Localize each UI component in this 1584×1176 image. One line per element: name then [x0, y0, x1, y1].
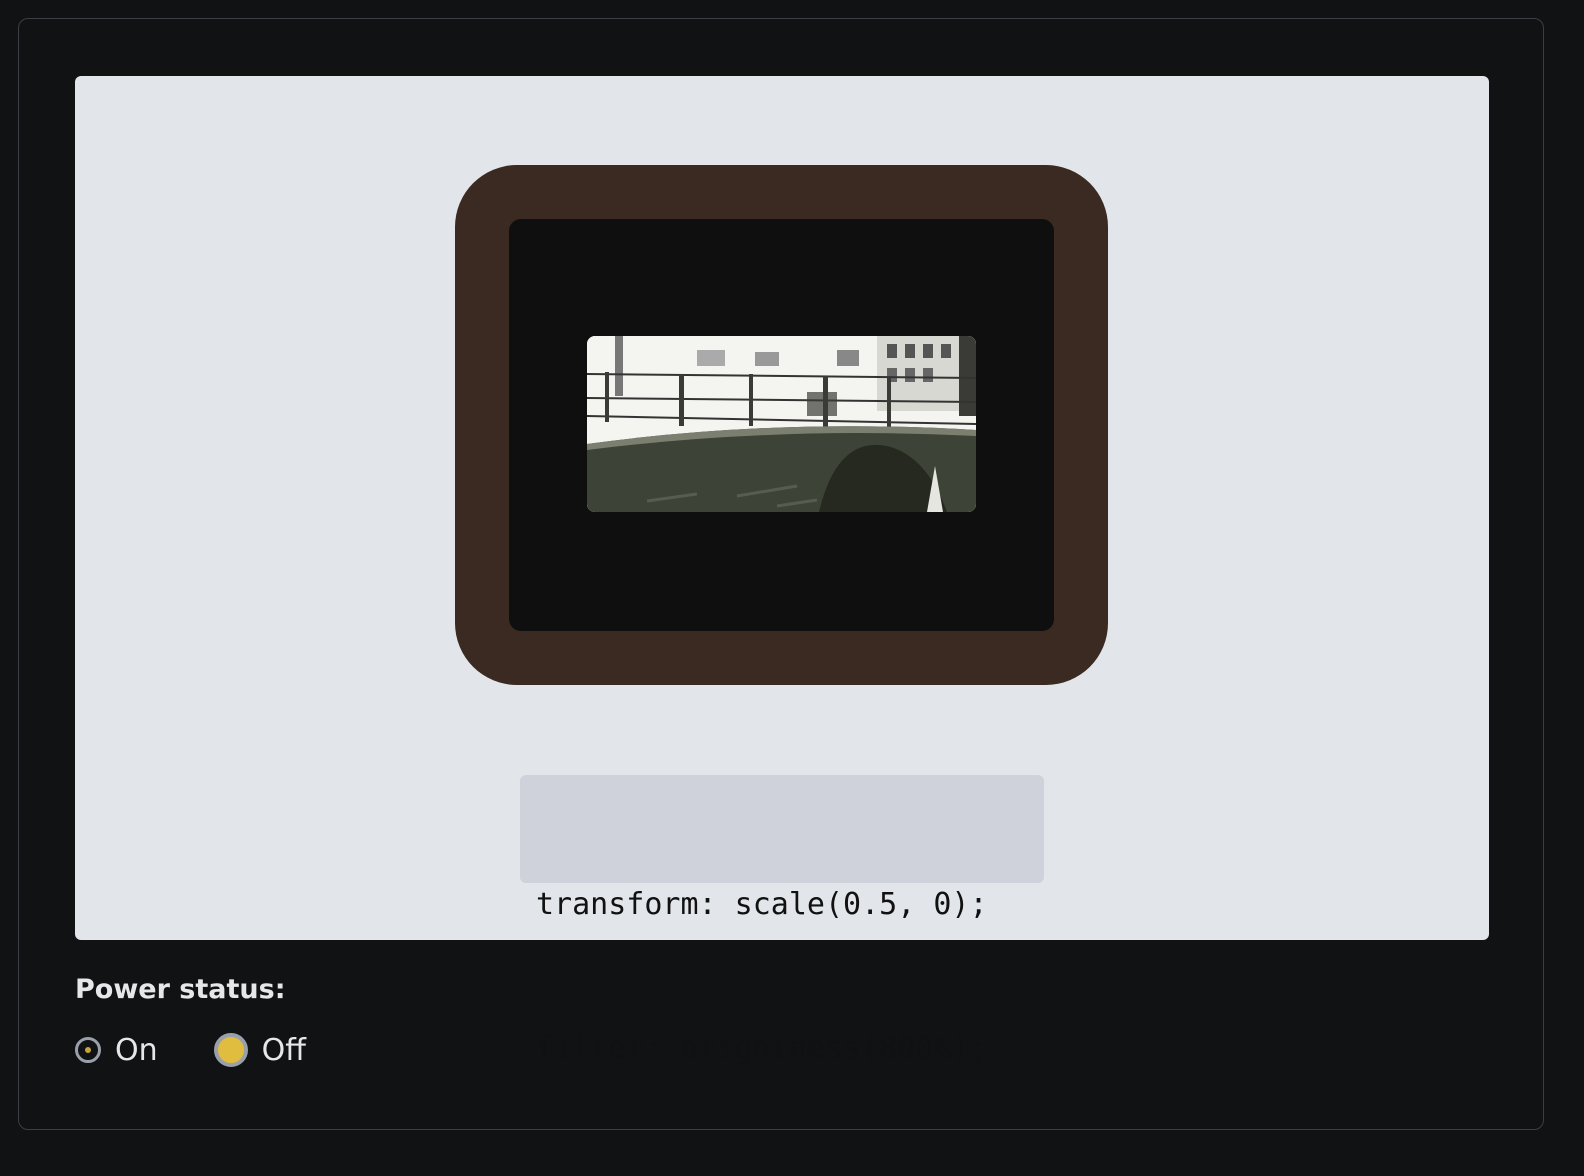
code-line: transform: scale(0.5, 0); — [536, 887, 988, 922]
css-code-block: transform: scale(0.5, 0); filter: bright… — [520, 775, 1044, 1066]
tv-frame — [455, 165, 1108, 685]
power-off-option[interactable]: Off — [213, 1032, 306, 1068]
tv-screen — [509, 219, 1054, 631]
code-line: filter: brightness(800%); — [536, 1031, 988, 1066]
radio-dot-icon — [85, 1047, 91, 1053]
radio-on-icon[interactable] — [75, 1037, 101, 1063]
power-radio-group: On Off — [75, 1030, 362, 1070]
power-off-label: Off — [261, 1032, 306, 1068]
radio-off-icon[interactable] — [213, 1033, 248, 1067]
power-on-label: On — [115, 1032, 158, 1068]
power-on-option[interactable]: On — [75, 1033, 158, 1068]
demo-stage: transform: scale(0.5, 0); filter: bright… — [75, 76, 1489, 1066]
power-status-label: Power status: — [75, 974, 286, 1005]
tv-picture-image — [587, 336, 976, 512]
